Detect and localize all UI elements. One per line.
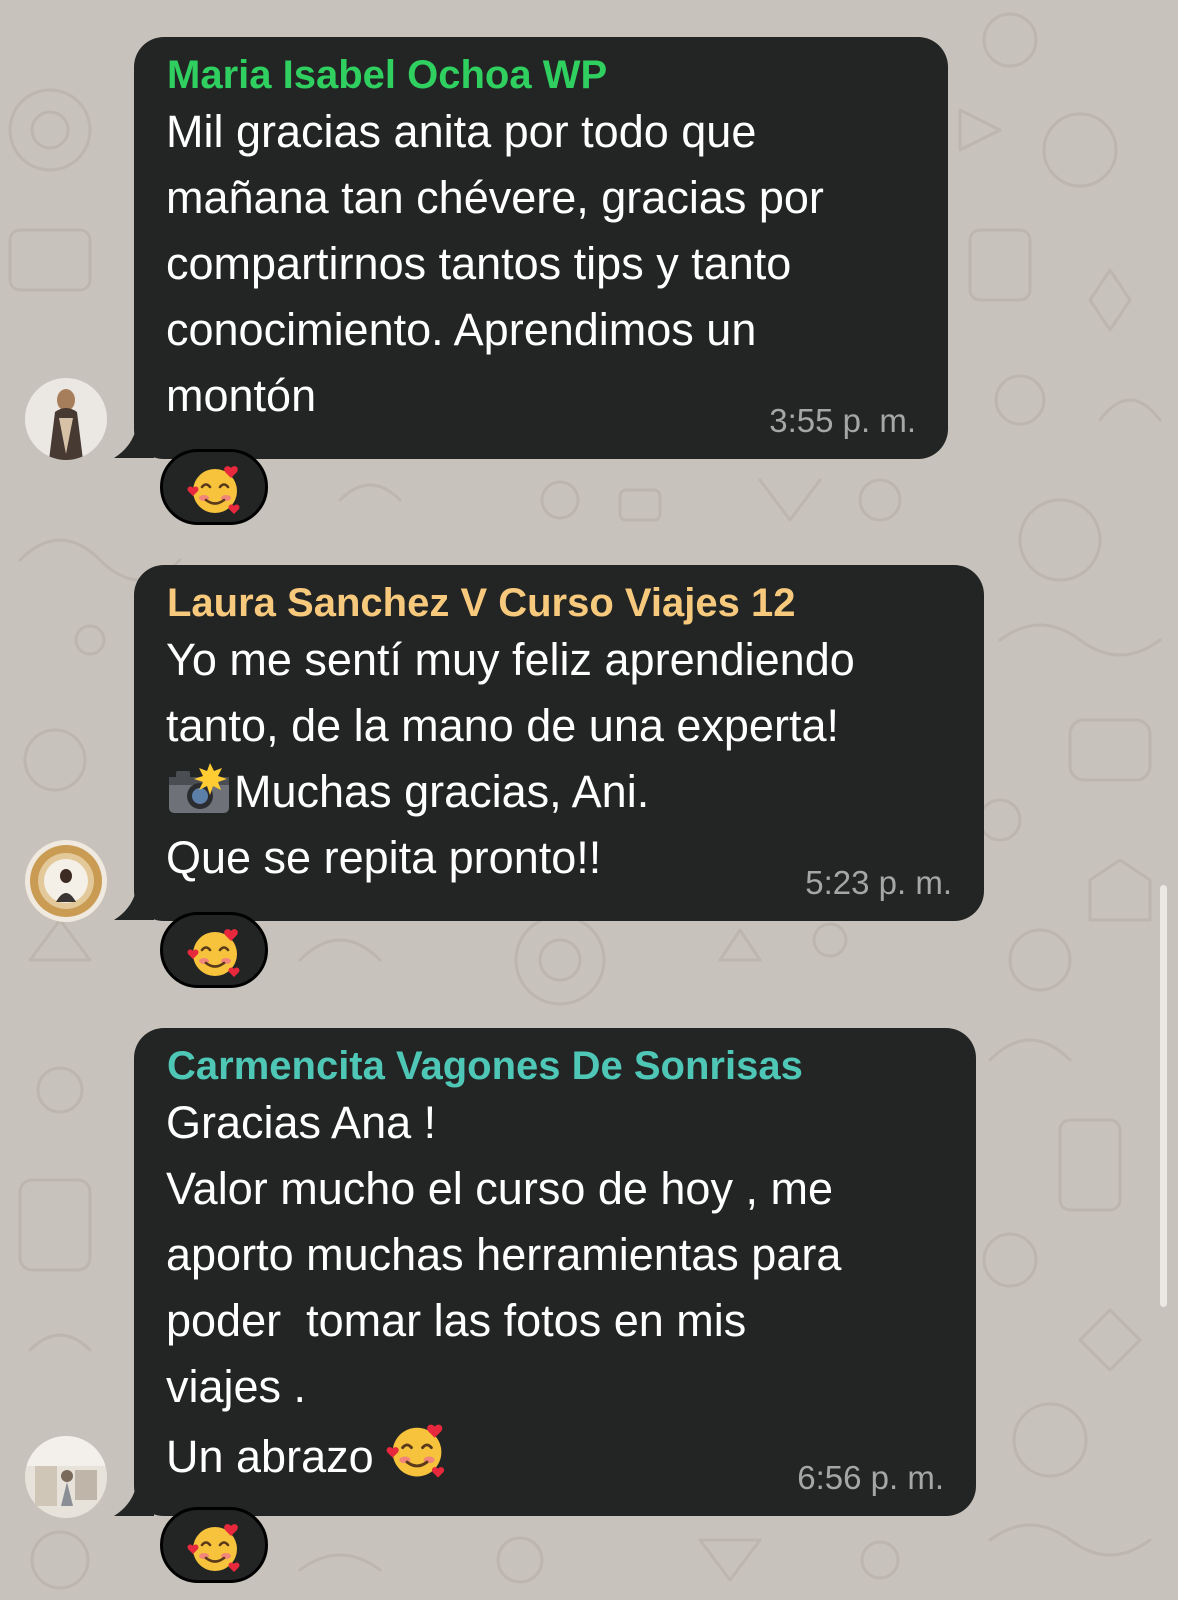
profile-photo-avatar[interactable] <box>25 378 107 460</box>
message-line: Muchas gracias, Ani. <box>166 759 954 825</box>
reaction-badge[interactable] <box>160 1507 268 1583</box>
message-line: Yo me sentí muy feliz aprendiendo <box>166 634 855 685</box>
mirror-selfie-avatar[interactable] <box>25 840 107 922</box>
message-text: Mil gracias anita por todo que mañana ta… <box>166 106 824 421</box>
message-timestamp: 3:55 p. m. <box>769 402 916 439</box>
message-bubble[interactable]: Laura Sanchez V Curso Viajes 12 Yo me se… <box>134 565 984 921</box>
reaction-badge[interactable] <box>160 912 268 988</box>
message-body: Gracias Ana ! Valor mucho el curso de ho… <box>166 1097 842 1412</box>
room-photo-avatar[interactable] <box>25 1436 107 1518</box>
sender-name[interactable]: Maria Isabel Ochoa WP <box>167 53 918 97</box>
smiling-face-with-hearts-emoji <box>187 466 240 514</box>
sender-name[interactable]: Carmencita Vagones De Sonrisas <box>167 1044 946 1088</box>
message-text: Yo me sentí muy feliz aprendiendo tanto, … <box>166 627 954 891</box>
reaction-badge[interactable] <box>160 449 268 525</box>
smiling-face-with-hearts-emoji <box>187 929 240 977</box>
message-timestamp: 5:23 p. m. <box>805 864 952 901</box>
message-bubble[interactable]: Carmencita Vagones De Sonrisas Gracias A… <box>134 1028 976 1516</box>
smiling-face-with-hearts-emoji <box>386 1424 445 1478</box>
camera-with-flash-emoji <box>169 763 229 813</box>
message-timestamp: 6:56 p. m. <box>797 1459 944 1496</box>
message-text: Gracias Ana ! Valor mucho el curso de ho… <box>166 1090 946 1490</box>
sender-name[interactable]: Laura Sanchez V Curso Viajes 12 <box>167 581 954 625</box>
message-line-text: Un abrazo <box>166 1431 374 1482</box>
scrollbar[interactable] <box>1160 885 1167 1307</box>
message-bubble[interactable]: Maria Isabel Ochoa WP Mil gracias anita … <box>134 37 948 459</box>
smiling-face-with-hearts-emoji <box>187 1524 240 1572</box>
message-line-text: Muchas gracias, Ani. <box>234 766 650 817</box>
message-line: tanto, de la mano de una experta! <box>166 700 839 751</box>
